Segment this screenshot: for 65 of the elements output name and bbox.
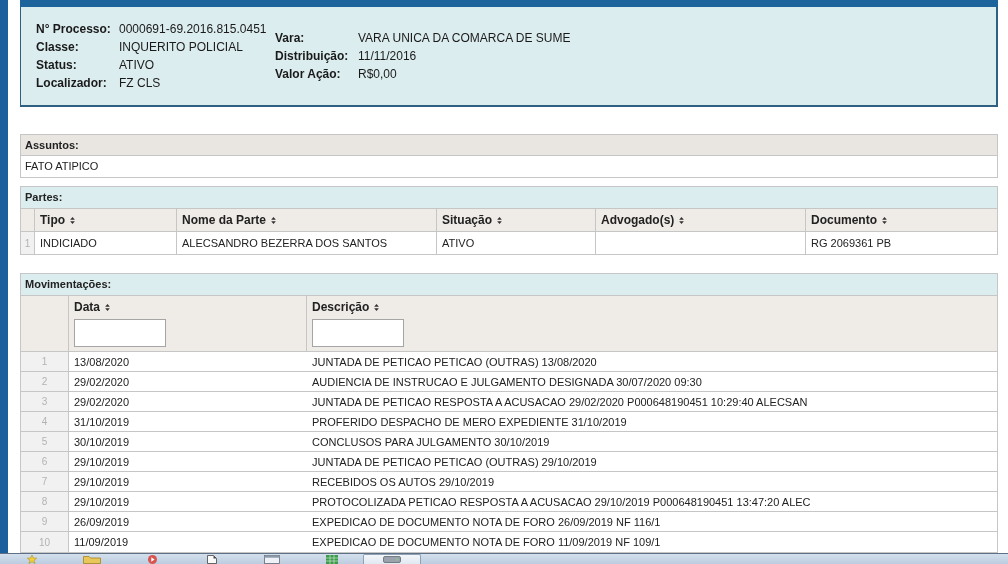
table-cell-text: RECEBIDOS OS AUTOS 29/10/2019 <box>311 474 495 490</box>
column-header[interactable]: Data <box>74 300 110 314</box>
field-value: 11/11/2016 <box>358 48 417 65</box>
table-cell-text: JUNTADA DE PETICAO PETICAO (OUTRAS) 13/08/2020 <box>311 354 598 370</box>
table-cell-text: 30/10/2019 <box>73 434 131 450</box>
section-title: Partes: <box>21 187 997 209</box>
field-label: Valor Ação: <box>275 66 341 83</box>
column-header[interactable]: Nome da Parte <box>182 213 277 227</box>
table-cell-text: EXPEDICAO DE DOCUMENTO NOTA DE FORO 11/09/2019 NF 109/1 <box>311 535 662 550</box>
table-cell-text: 31/10/2019 <box>73 414 131 430</box>
row-number: 3 <box>21 392 69 411</box>
table-cell-text: 29/10/2019 <box>73 474 131 490</box>
column-header[interactable]: Advogado(s) <box>601 213 685 227</box>
field-value: ATIVO <box>119 57 155 74</box>
field-value: R$0,00 <box>358 66 397 83</box>
field-value: FZ CLS <box>119 75 161 92</box>
table-cell-text: JUNTADA DE PETICAO RESPOSTA A ACUSACAO 29/02/2020 P000648190451 10:29:40 ALECSAN <box>311 394 809 410</box>
row-number: 1 <box>21 232 35 254</box>
window-icon[interactable] <box>264 555 280 564</box>
column-header[interactable]: Tipo <box>40 213 76 227</box>
table-cell-text: AUDIENCIA DE INSTRUCAO E JULGAMENTO DESIGNADA 30/07/2020 09:30 <box>311 374 703 390</box>
row-number: 8 <box>21 492 69 511</box>
section-title: Movimentações: <box>21 274 997 296</box>
table-cell-text: JUNTADA DE PETICAO PETICAO (OUTRAS) 29/10/2019 <box>311 454 598 470</box>
drive-icon <box>383 556 401 563</box>
table-cell-text: CONCLUSOS PARA JULGAMENTO 30/10/2019 <box>311 434 551 450</box>
table-cell-text: PROTOCOLIZADA PETICAO RESPOSTA A ACUSACAO 29/10/2019 P000648190451 13:47:20 ALEC <box>311 494 812 510</box>
document-icon[interactable] <box>207 555 217 564</box>
field-value: 0000691-69.2016.815.0451 <box>119 21 267 38</box>
field-label: Vara: <box>275 30 305 47</box>
table-cell: ALECSANDRO BEZERRA DOS SANTOS <box>177 232 437 254</box>
table-cell-text: 29/10/2019 <box>73 454 131 470</box>
table-cell-text: 13/08/2020 <box>73 354 131 370</box>
field-value: INQUERITO POLICIAL <box>119 39 243 56</box>
field-label: Status: <box>36 57 77 74</box>
column-header[interactable]: Documento <box>811 213 887 227</box>
row-number: 4 <box>21 412 69 431</box>
section-title: Assuntos: <box>21 135 997 156</box>
folder-icon[interactable] <box>83 555 101 564</box>
table-cell: INDICIADO <box>35 232 177 254</box>
field-value: VARA UNICA DA COMARCA DE SUME <box>358 30 571 47</box>
taskbar-button[interactable] <box>363 554 421 564</box>
field-label: Localizador: <box>36 75 107 92</box>
row-number: 1 <box>21 352 69 371</box>
table-cell-text: 29/02/2020 <box>73 374 131 390</box>
table-cell-text: 29/10/2019 <box>73 494 131 510</box>
table-cell-text: RG 2069361 PB <box>810 236 893 251</box>
table-cell-text: 29/02/2020 <box>73 394 131 410</box>
table-cell-text: 11/09/2019 <box>73 535 130 550</box>
table-cell-text: 26/09/2019 <box>73 514 131 530</box>
table-cell-text: FATO ATIPICO <box>24 159 100 174</box>
play-icon[interactable] <box>147 555 157 564</box>
field-label: Distribuição: <box>275 48 349 65</box>
table-cell-text: PROFERIDO DESPACHO DE MERO EXPEDIENTE 31/10/2019 <box>311 414 628 430</box>
filter-input[interactable] <box>312 319 404 347</box>
spreadsheet-icon[interactable] <box>326 555 338 564</box>
column-header[interactable]: Situação <box>442 213 502 227</box>
table-cell-text: EXPEDICAO DE DOCUMENTO NOTA DE FORO 26/09/2019 NF 116/1 <box>311 514 662 530</box>
row-number: 5 <box>21 432 69 451</box>
field-label: Classe: <box>36 39 79 56</box>
table-cell: ATIVO <box>437 232 596 254</box>
star-icon[interactable] <box>26 555 38 564</box>
column-header[interactable]: Descrição <box>312 300 380 314</box>
filter-input[interactable] <box>74 319 166 347</box>
field-label: N° Processo: <box>36 21 111 38</box>
